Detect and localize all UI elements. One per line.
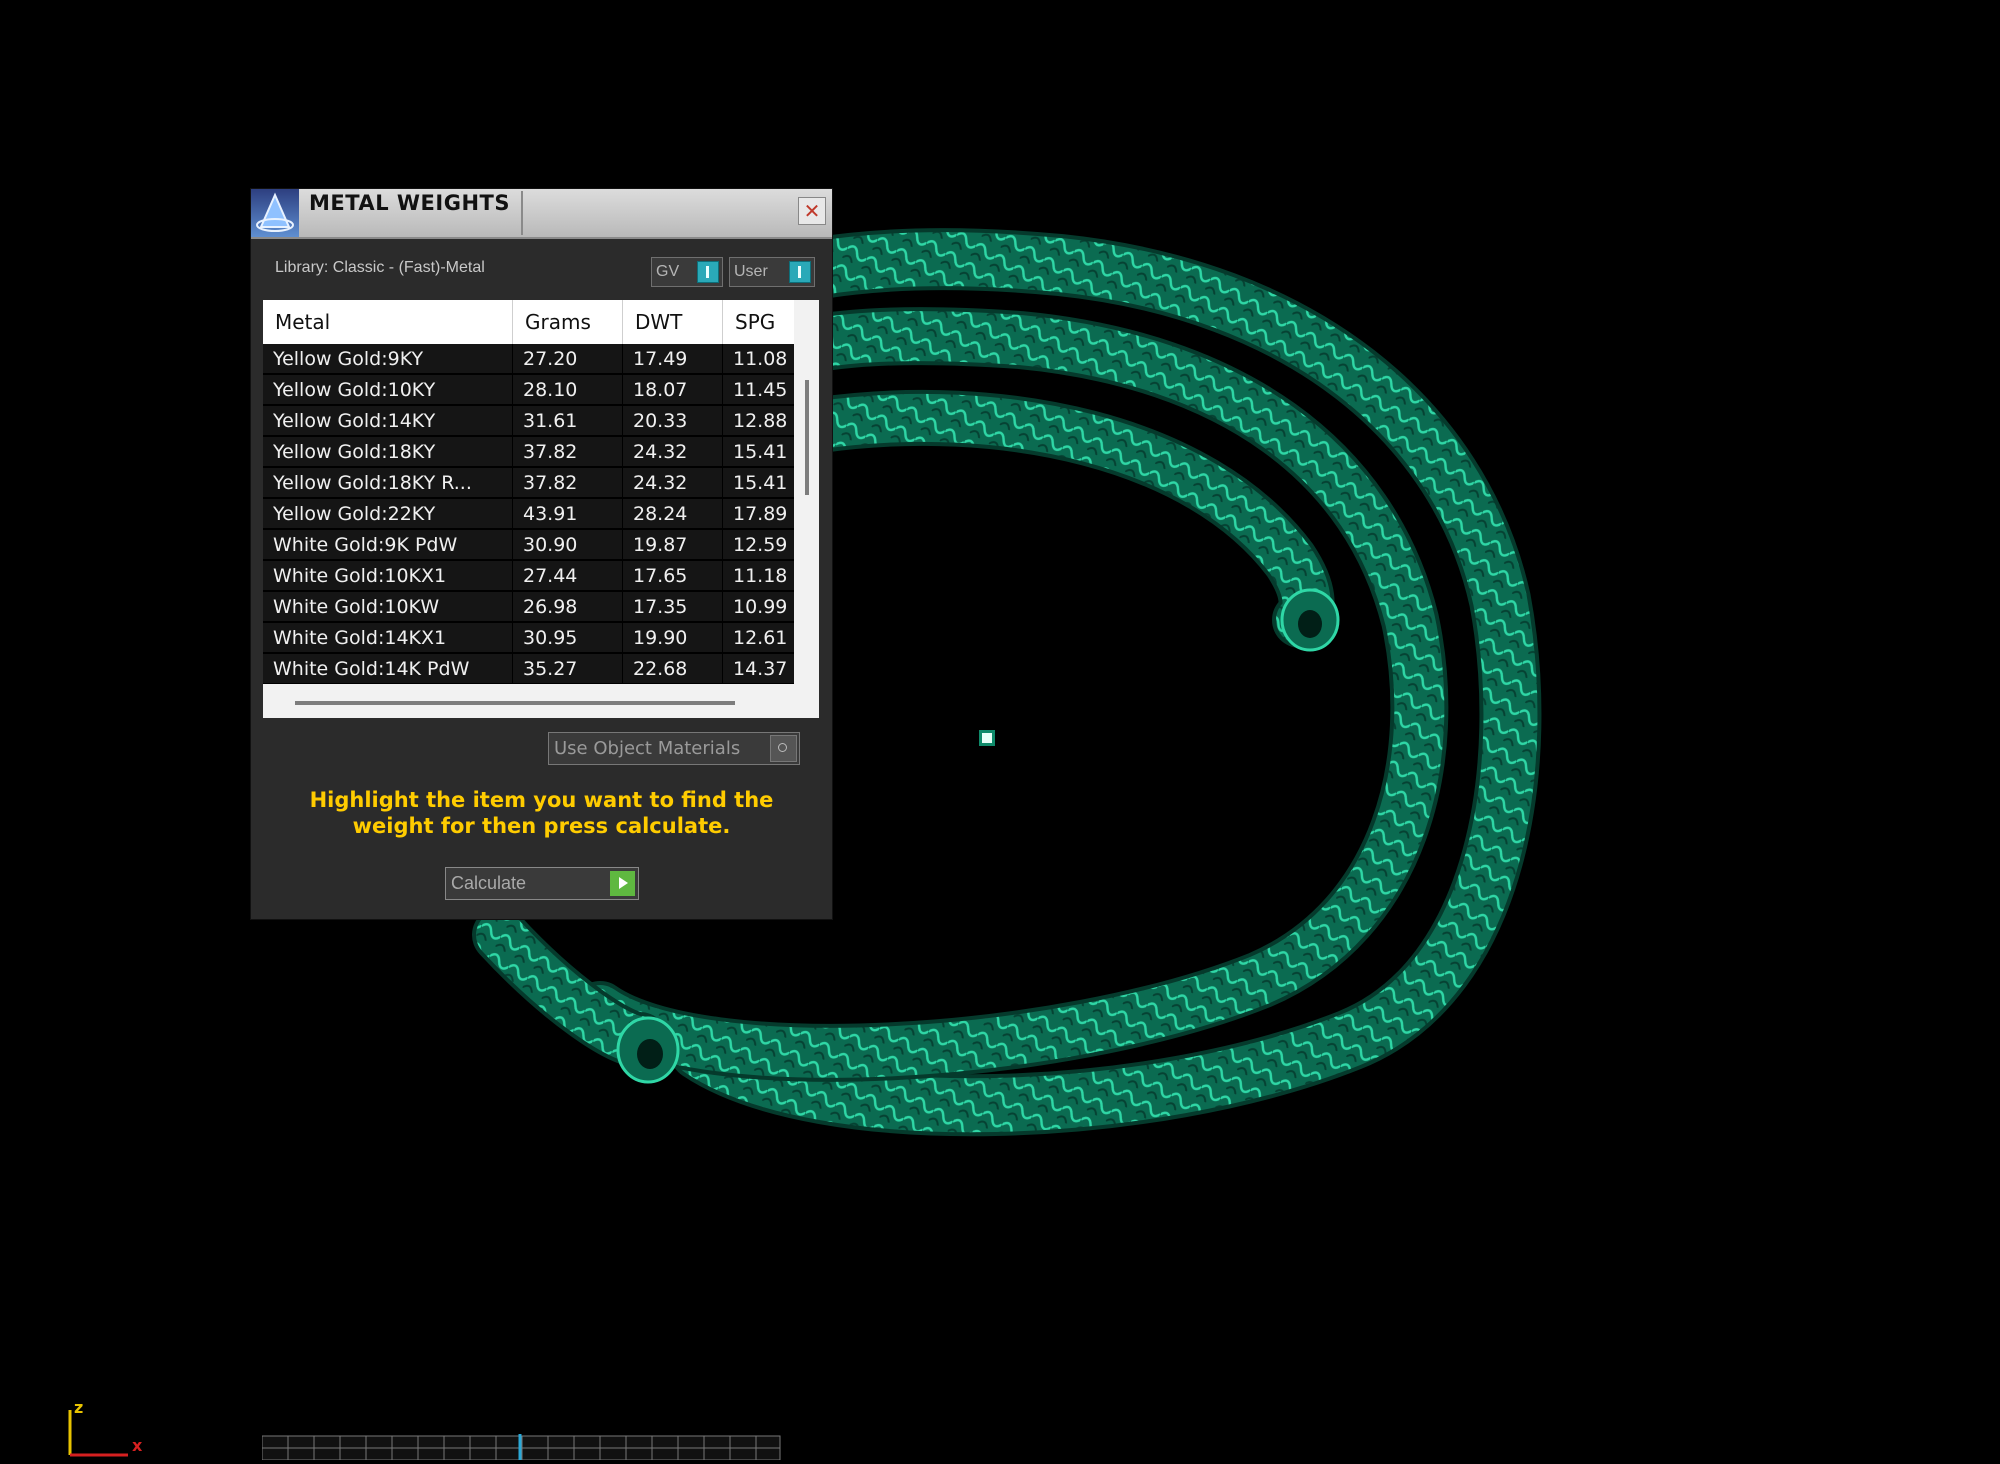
toggle-switch-icon [697, 261, 719, 283]
cell-spg: 12.61 [723, 623, 794, 652]
cell-spg: 17.89 [723, 499, 794, 528]
calculate-label: Calculate [451, 873, 527, 893]
cell-grams: 27.44 [513, 561, 622, 590]
column-header-dwt[interactable]: DWT [623, 300, 723, 344]
cell-spg: 12.88 [723, 406, 794, 435]
table-body: Yellow Gold:9KY 27.20 17.49 11.08 Yellow Gol… [263, 344, 794, 684]
cell-metal: Yellow Gold:9KY [263, 344, 512, 373]
vertical-scrollbar[interactable] [794, 344, 819, 684]
axis-z-label: z [74, 1398, 84, 1417]
cell-grams: 27.20 [513, 344, 622, 373]
library-label: Library: Classic - (Fast)-Metal [275, 259, 485, 276]
cell-dwt: 20.33 [623, 406, 722, 435]
cell-metal: White Gold:14KX1 [263, 623, 512, 652]
cell-dwt: 24.32 [623, 468, 722, 497]
use-object-materials-label: Use Object Materials [554, 738, 741, 759]
close-button[interactable]: ✕ [798, 197, 826, 225]
user-toggle-label: User [734, 263, 768, 280]
cell-spg: 14.37 [723, 654, 794, 683]
cell-spg: 15.41 [723, 468, 794, 497]
table-row[interactable]: Yellow Gold:14KY 31.61 20.33 12.88 [263, 406, 794, 437]
gv-toggle-label: GV [656, 263, 680, 280]
vertical-scroll-thumb[interactable] [805, 380, 809, 495]
cell-grams: 37.82 [513, 437, 622, 466]
column-header-grams[interactable]: Grams [513, 300, 623, 344]
table-row[interactable]: White Gold:9K PdW 30.90 19.87 12.59 [263, 530, 794, 561]
cell-spg: 11.18 [723, 561, 794, 590]
chain-end-cap [616, 1016, 680, 1084]
cell-dwt: 17.35 [623, 592, 722, 621]
cell-spg: 11.45 [723, 375, 794, 404]
cell-grams: 26.98 [513, 592, 622, 621]
cell-dwt: 24.32 [623, 437, 722, 466]
axis-gizmo: z x [62, 1398, 152, 1458]
axis-x-label: x [132, 1436, 143, 1455]
table-row[interactable]: Yellow Gold:18KY R... 37.82 24.32 15.41 [263, 468, 794, 499]
cell-metal: White Gold:10KW [263, 592, 512, 621]
close-icon: ✕ [803, 199, 821, 223]
instruction-text: Highlight the item you want to find the … [309, 788, 774, 838]
cell-dwt: 17.49 [623, 344, 722, 373]
cell-grams: 35.27 [513, 654, 622, 683]
table-header: Metal Grams DWT SPG [263, 300, 794, 344]
cell-grams: 43.91 [513, 499, 622, 528]
cell-dwt: 28.24 [623, 499, 722, 528]
cell-metal: Yellow Gold:10KY [263, 375, 512, 404]
table-row[interactable]: Yellow Gold:18KY 37.82 24.32 15.41 [263, 437, 794, 468]
cell-dwt: 22.68 [623, 654, 722, 683]
metal-weights-dialog: METAL WEIGHTS ✕ Library: Classic - (Fast… [251, 189, 832, 919]
table-row[interactable]: White Gold:10KW 26.98 17.35 10.99 [263, 592, 794, 623]
table-row[interactable]: Yellow Gold:9KY 27.20 17.49 11.08 [263, 344, 794, 375]
gv-toggle[interactable]: GV [651, 257, 723, 287]
cell-grams: 28.10 [513, 375, 622, 404]
cell-grams: 37.82 [513, 468, 622, 497]
cell-metal: Yellow Gold:18KY R... [263, 468, 512, 497]
cell-spg: 10.99 [723, 592, 794, 621]
timeline-ruler[interactable] [261, 1430, 782, 1461]
cell-grams: 30.95 [513, 623, 622, 652]
table-row[interactable]: Yellow Gold:22KY 43.91 28.24 17.89 [263, 499, 794, 530]
cell-metal: Yellow Gold:22KY [263, 499, 512, 528]
pivot-handle[interactable] [979, 730, 995, 746]
calculate-button[interactable]: Calculate [445, 867, 639, 900]
cell-metal: White Gold:14K PdW [263, 654, 512, 683]
metal-table: Metal Grams DWT SPG Yellow Gold:9KY 27.20… [263, 300, 819, 718]
dialog-titlebar[interactable]: METAL WEIGHTS ✕ [251, 189, 832, 239]
cell-spg: 12.59 [723, 530, 794, 559]
cell-spg: 11.08 [723, 344, 794, 373]
cell-dwt: 19.90 [623, 623, 722, 652]
cell-dwt: 19.87 [623, 530, 722, 559]
cell-metal: White Gold:10KX1 [263, 561, 512, 590]
cell-metal: Yellow Gold:18KY [263, 437, 512, 466]
cell-dwt: 18.07 [623, 375, 722, 404]
play-arrow-icon [610, 871, 635, 896]
column-header-spg[interactable]: SPG [723, 300, 794, 344]
toggle-switch-icon [789, 261, 811, 283]
app-logo-icon [251, 189, 299, 237]
cell-spg: 15.41 [723, 437, 794, 466]
column-header-metal[interactable]: Metal [263, 300, 513, 344]
cell-dwt: 17.65 [623, 561, 722, 590]
table-row[interactable]: Yellow Gold:10KY 28.10 18.07 11.45 [263, 375, 794, 406]
table-row[interactable]: White Gold:14K PdW 35.27 22.68 14.37 [263, 654, 794, 684]
use-object-materials-option[interactable]: Use Object Materials [548, 732, 800, 765]
cell-grams: 30.90 [513, 530, 622, 559]
cell-metal: Yellow Gold:14KY [263, 406, 512, 435]
dialog-title: METAL WEIGHTS [309, 191, 523, 235]
cell-metal: White Gold:9K PdW [263, 530, 512, 559]
chain-end-cap [1280, 588, 1340, 652]
user-toggle[interactable]: User [729, 257, 815, 287]
horizontal-scroll-thumb[interactable] [295, 701, 735, 705]
cell-grams: 31.61 [513, 406, 622, 435]
radio-icon[interactable] [770, 735, 797, 762]
table-row[interactable]: White Gold:10KX1 27.44 17.65 11.18 [263, 561, 794, 592]
table-row[interactable]: White Gold:14KX1 30.95 19.90 12.61 [263, 623, 794, 654]
